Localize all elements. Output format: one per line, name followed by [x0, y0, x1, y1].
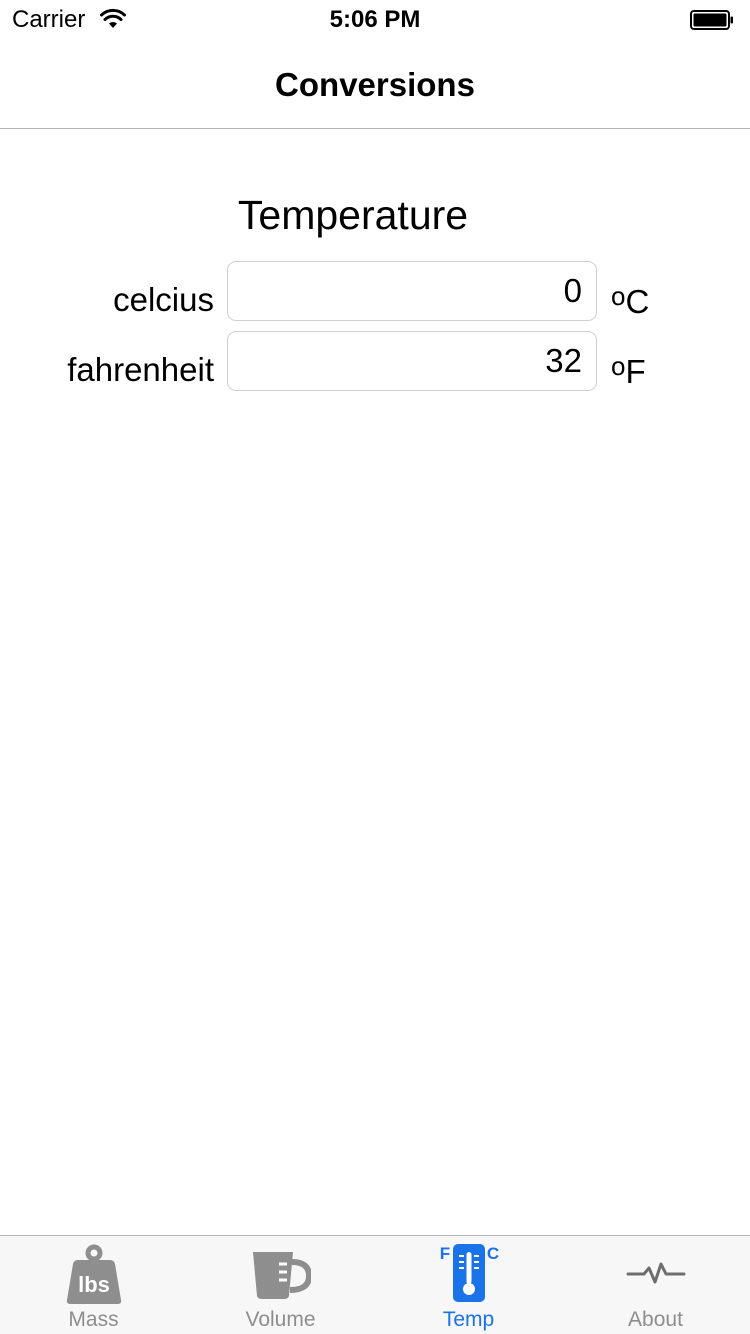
weight-lbs-icon: lbs: [66, 1244, 121, 1304]
svg-text:lbs: lbs: [78, 1272, 110, 1297]
tab-volume-label: Volume: [245, 1308, 316, 1331]
tab-volume[interactable]: Volume: [187, 1236, 374, 1334]
fahrenheit-input[interactable]: [227, 331, 597, 391]
measuring-cup-icon: [252, 1252, 311, 1299]
celcius-input[interactable]: [227, 261, 597, 321]
tab-temp[interactable]: F C Temp: [375, 1236, 562, 1334]
tab-mass[interactable]: lbs Mass: [0, 1236, 187, 1334]
tab-bar: lbs Mass Volume F C Temp About: [0, 1235, 750, 1334]
tab-temp-label: Temp: [442, 1308, 495, 1331]
battery-icon: [690, 10, 733, 30]
tab-about[interactable]: About: [562, 1236, 749, 1334]
fahrenheit-label: fahrenheit: [67, 351, 214, 388]
navigation-bar: Conversions: [0, 40, 750, 129]
fahrenheit-unit: oF: [611, 351, 646, 390]
section-title: Temperature: [237, 192, 469, 238]
svg-text:F: F: [439, 1244, 449, 1263]
tab-mass-label: Mass: [68, 1308, 119, 1331]
page-title: Conversions: [275, 66, 475, 103]
status-bar: Carrier 5:06 PM: [0, 0, 750, 40]
celcius-label: celcius: [113, 281, 214, 318]
pulse-icon: [626, 1262, 685, 1284]
thermometer-icon: F C: [439, 1244, 499, 1302]
svg-text:C: C: [486, 1244, 498, 1263]
tab-about-label: About: [628, 1308, 683, 1331]
clock: 5:06 PM: [329, 6, 421, 33]
celcius-unit: oC: [611, 281, 650, 320]
screen: Carrier 5:06 PM Conversions Temperature …: [0, 0, 750, 1334]
